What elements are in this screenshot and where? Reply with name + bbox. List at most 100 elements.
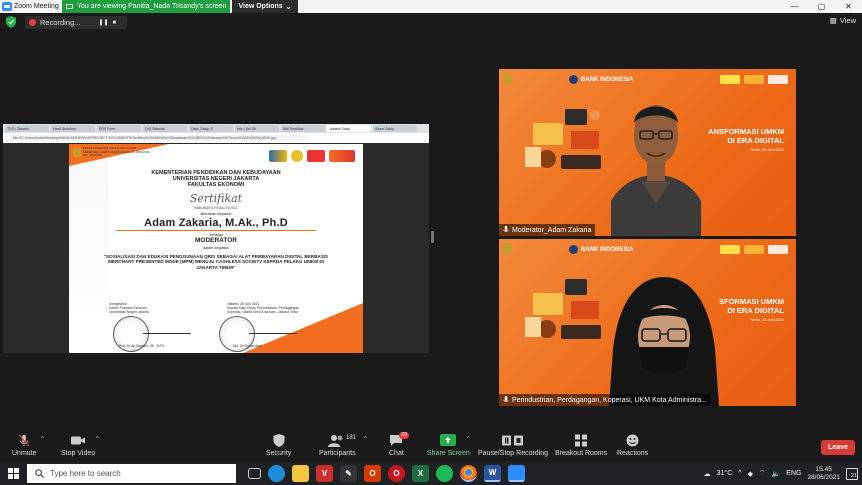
bank-name: BANK INDONESIA: [581, 76, 634, 83]
share-options-caret-icon[interactable]: ^: [467, 436, 470, 442]
taskbar-clock[interactable]: 15.45 28/06/2021: [807, 466, 840, 482]
share-screen-icon: [440, 434, 457, 446]
browser-tab[interactable]: Adam Sakip: [373, 125, 417, 132]
stop-icon[interactable]: ■: [113, 20, 117, 26]
stop-video-button[interactable]: Stop Video: [61, 434, 95, 457]
jakpreneur-logo-icon: [744, 245, 764, 254]
name-underline: [116, 229, 316, 231]
audio-options-caret-icon[interactable]: ^: [41, 436, 44, 442]
video-tile-sudin[interactable]: BANK INDONESIA SFORMASI UMKM DI ERA DIGI…: [499, 239, 796, 406]
pause-icon[interactable]: ❚❚: [98, 19, 108, 26]
video-options-caret-icon[interactable]: ^: [96, 436, 99, 442]
windows-start-icon[interactable]: [8, 468, 19, 479]
share-banner-text: You are viewing Panitia_Nada Trisandy's …: [77, 3, 227, 10]
taskbar-apps: V ✎ O O X W: [248, 465, 525, 482]
windows-taskbar: Type here to search V ✎ O O X W ☁ 31°C ^…: [0, 462, 862, 485]
input-language[interactable]: ENG: [786, 470, 801, 477]
participant-name-bar: Moderator_Adam Zakaria: [499, 224, 596, 236]
security-button[interactable]: Security: [266, 434, 291, 457]
browser-tab[interactable]: SDS Form: [97, 125, 141, 132]
browser-tab[interactable]: Info | Uni Sk: [235, 125, 279, 132]
share-screen-label: Share Screen: [427, 450, 470, 457]
breakout-rooms-label: Breakout Rooms: [555, 450, 608, 457]
reactions-button[interactable]: Reactions: [617, 434, 648, 457]
inkscape-icon[interactable]: ✎: [340, 465, 357, 482]
event-description: "SOSIALISASI DAN EDUKASI PENGGUNAAN QRIS…: [103, 253, 329, 270]
clock-time: 15.45: [815, 465, 832, 473]
kampus-merdeka-logo-icon: [269, 150, 287, 162]
breakout-rooms-button[interactable]: Breakout Rooms: [555, 434, 607, 457]
taskbar-search[interactable]: Type here to search: [27, 464, 236, 483]
leave-button[interactable]: Leave: [821, 440, 855, 455]
edge-icon[interactable]: [268, 465, 285, 482]
view-options-label: View Options: [238, 3, 283, 10]
weather-temp[interactable]: 31°C: [717, 470, 733, 477]
kampus-merdeka-logo-icon: [720, 75, 740, 84]
given-to-label: diberikan kepada:: [200, 210, 232, 216]
kampus-merdeka-logo-icon: [720, 245, 740, 254]
volume-icon[interactable]: 🔈: [772, 470, 781, 478]
office-icon[interactable]: O: [364, 465, 381, 482]
participants-button[interactable]: 181 Participants: [319, 434, 356, 457]
browser-tab[interactable]: Hasil Unduhan: [51, 125, 95, 132]
browser-tab[interactable]: (14) Sekolah: [143, 125, 187, 132]
partner-logos: [720, 245, 788, 254]
participants-caret-icon[interactable]: ^: [364, 436, 367, 442]
tray-chevron-icon[interactable]: ^: [738, 470, 741, 477]
chrome-icon[interactable]: [460, 465, 477, 482]
screen-share-icon: [66, 3, 73, 9]
dropbox-icon[interactable]: ◆: [748, 470, 753, 478]
search-icon: [35, 469, 44, 478]
view-options-button[interactable]: View Options ⌄: [232, 0, 298, 13]
chat-button[interactable]: 20 Chat: [389, 432, 410, 457]
share-screen-button[interactable]: Share Screen: [427, 434, 470, 457]
browser-tab[interactable]: Bali Sertifikat: [281, 125, 325, 132]
file-explorer-icon[interactable]: [292, 465, 309, 482]
shield-icon[interactable]: [6, 16, 16, 28]
url-field: file:///C:/Users/Indah/Desktop/NADA%20NE…: [9, 135, 309, 141]
meeting-toolbar: Unmute ^ Stop Video ^ Security 181 Parti…: [0, 430, 862, 462]
browser-tab[interactable]: TDS | Zakaria: [5, 125, 49, 132]
antivirus-icon[interactable]: V: [316, 465, 333, 482]
view-label: View: [839, 16, 856, 25]
minimize-icon[interactable]: —: [781, 0, 808, 13]
jakarta-logo-icon: [768, 75, 788, 84]
zoom-logo-icon: [2, 2, 12, 11]
zoom-taskbar-icon[interactable]: [508, 465, 525, 482]
partner-logos: [269, 150, 355, 162]
shared-screen: TDS | Zakaria Hasil Unduhan SDS Form (14) S…: [3, 124, 429, 353]
pause-stop-icon: [502, 435, 524, 446]
task-view-icon[interactable]: [248, 468, 261, 479]
record-dot-icon: [29, 19, 36, 26]
panel-resize-handle[interactable]: [431, 231, 434, 243]
search-placeholder: Type here to search: [50, 469, 121, 478]
close-icon[interactable]: ✕: [835, 0, 862, 13]
wifi-icon[interactable]: ⌔: [759, 469, 766, 478]
recording-indicator[interactable]: Recording... ❚❚ ■: [25, 16, 127, 29]
video-camera-icon: [71, 436, 86, 445]
browser-tab[interactable]: Data_Sakip_P: [189, 125, 233, 132]
system-tray: ☁ 31°C ^ ◆ ⌔ 🔈 ENG 15.45 28/06/2021 21: [704, 462, 858, 485]
browser-tab[interactable]: Jakarta Sakip: [327, 125, 371, 132]
left-signatory-title: Mengetahui, Dekan Fakultas Ekonomi Unive…: [109, 302, 149, 314]
pause-stop-recording-button[interactable]: Pause/Stop Recording: [478, 434, 548, 457]
maximize-icon[interactable]: ▢: [808, 0, 835, 13]
right-signature: [249, 320, 297, 334]
recipient-name: Adam Zakaria, M.Ak., Ph.D: [144, 216, 288, 229]
right-signatory-title: Jakarta, 28 Juni 2021 Kepala Suku Dinas …: [227, 302, 300, 314]
notification-center-icon[interactable]: 21: [846, 467, 858, 480]
word-icon[interactable]: W: [484, 465, 501, 482]
view-button[interactable]: ▦ View: [830, 16, 856, 25]
unmute-button[interactable]: Unmute: [12, 434, 37, 457]
excel-icon[interactable]: X: [412, 465, 429, 482]
right-signatory-name: Dra. Sri Suparmiyati: [233, 344, 262, 348]
left-signatory-name: Prof. Dr. Ari Saptono, SE., M.Pd: [119, 344, 165, 348]
participant-name: Perindustrian, Perdagangan, Koperasi, UK…: [512, 396, 707, 404]
spotify-icon[interactable]: [436, 465, 453, 482]
opera-icon[interactable]: O: [388, 465, 405, 482]
video-tile-moderator[interactable]: BANK INDONESIA ANSFORMASI UMKM DI ERA DI…: [499, 69, 796, 236]
jakpreneur-logo-icon: [744, 75, 764, 84]
browser-address-bar: file:///C:/Users/Indah/Desktop/NADA%20NE…: [3, 133, 429, 143]
notification-count: 21: [850, 472, 857, 479]
weather-icon[interactable]: ☁: [704, 470, 711, 478]
